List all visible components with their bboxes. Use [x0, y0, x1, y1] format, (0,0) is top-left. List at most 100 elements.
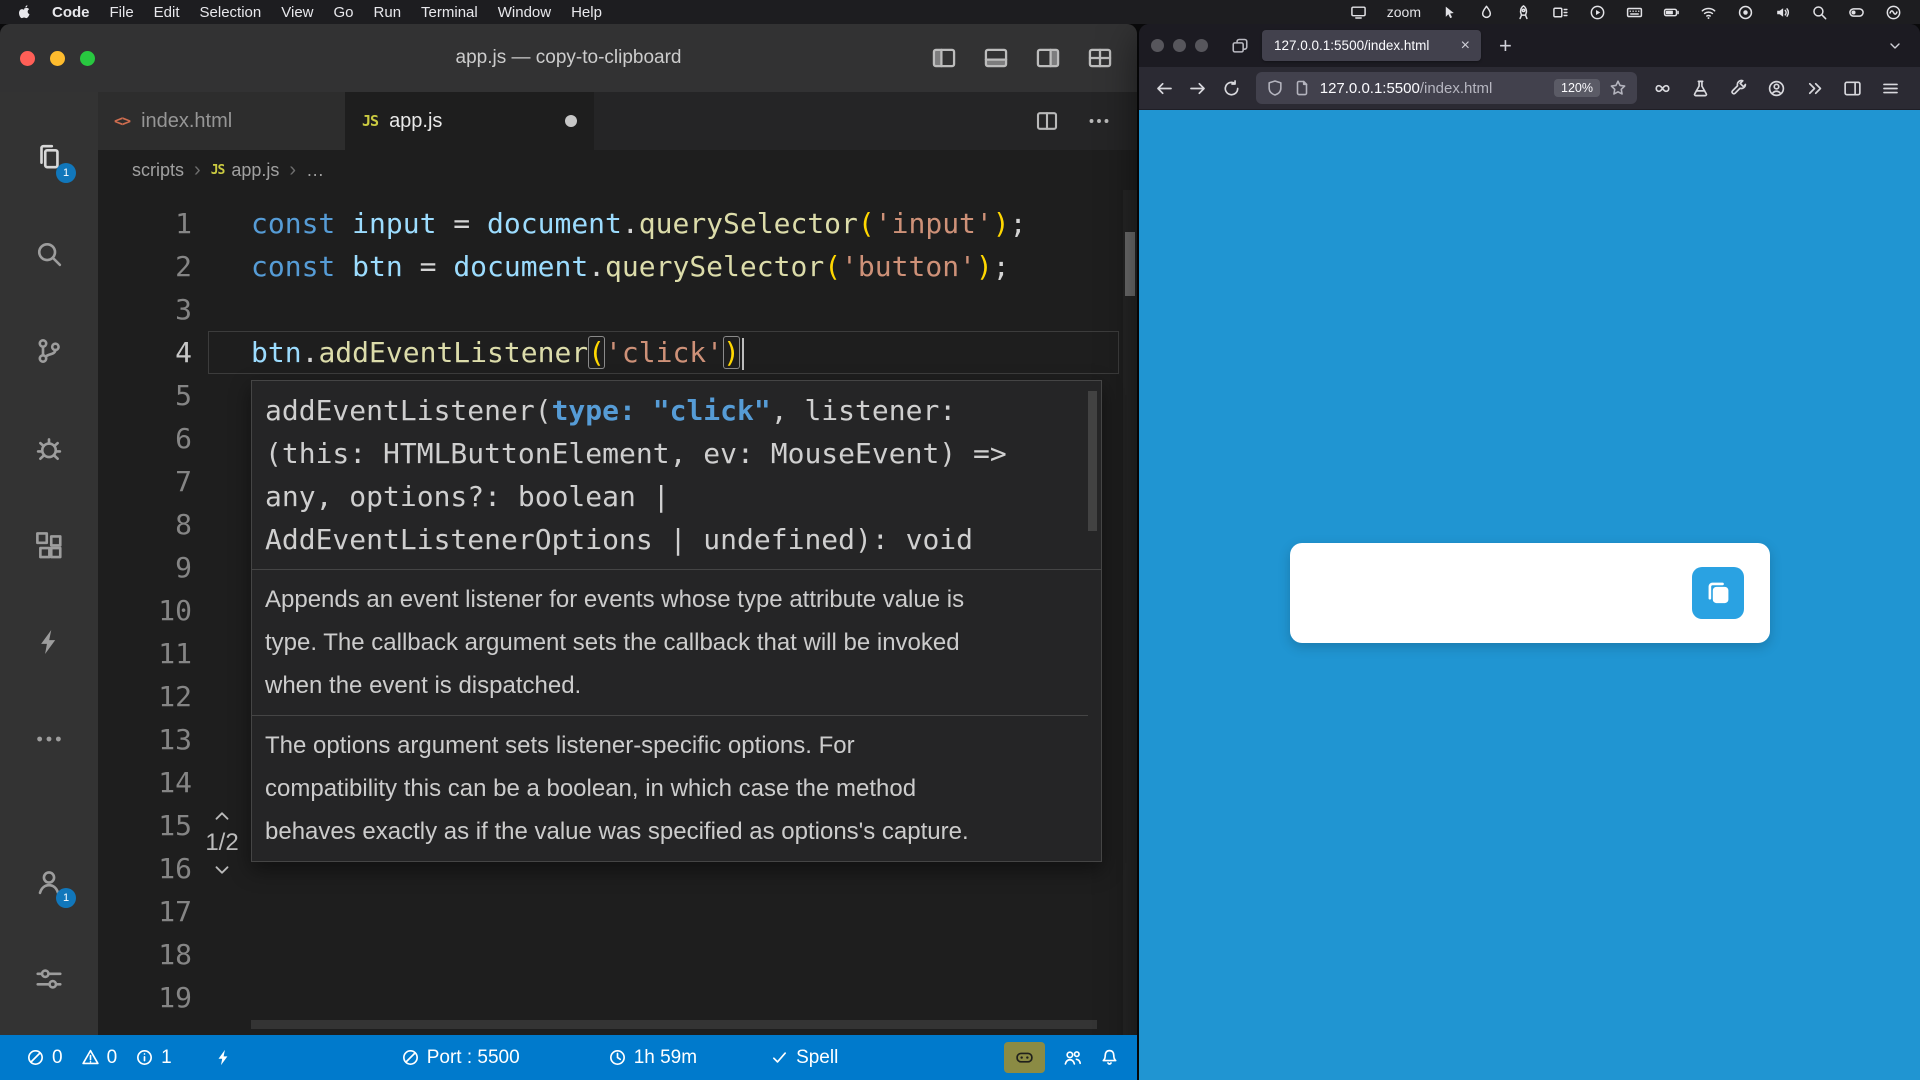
stage-manager-icon[interactable]	[1542, 0, 1579, 24]
play-icon[interactable]	[1579, 0, 1616, 24]
reload-button[interactable]	[1216, 72, 1247, 104]
status-errors[interactable]: 0	[26, 1047, 63, 1069]
menu-view[interactable]: View	[271, 4, 323, 21]
status-copilot[interactable]	[1004, 1042, 1045, 1073]
extension-icon[interactable]	[1646, 72, 1678, 104]
forward-button[interactable]	[1183, 72, 1214, 104]
devtools-icon[interactable]	[1722, 72, 1754, 104]
close-button[interactable]	[1151, 39, 1164, 52]
split-editor-icon[interactable]	[1035, 109, 1059, 133]
menu-selection[interactable]: Selection	[190, 4, 272, 21]
profile-icon[interactable]	[1760, 72, 1792, 104]
firefox-window: 127.0.0.1:5500/index.html × + 127.0.0.1:…	[1139, 24, 1920, 1080]
status-notifications[interactable]	[1100, 1048, 1119, 1067]
status-port[interactable]: Port : 5500	[401, 1047, 520, 1069]
screen-mirror-icon[interactable]	[1340, 0, 1377, 24]
ink-icon[interactable]	[1468, 0, 1505, 24]
volume-icon[interactable]	[1764, 0, 1801, 24]
screen-record-icon[interactable]	[1727, 0, 1764, 24]
editor-scrollbar[interactable]	[1123, 190, 1137, 1035]
modified-dot-icon[interactable]	[565, 115, 577, 127]
activity-settings[interactable]	[0, 930, 98, 1027]
url-bar[interactable]: 127.0.0.1:5500/index.html 120%	[1256, 72, 1637, 104]
menu-go[interactable]: Go	[324, 4, 364, 21]
sidebars-icon[interactable]	[1836, 72, 1868, 104]
battery-icon[interactable]	[1653, 0, 1690, 24]
code-line-17[interactable]	[208, 890, 1119, 933]
activity-run-debug[interactable]	[0, 399, 98, 496]
code-line-2[interactable]: const btn = document.querySelector('butt…	[208, 245, 1119, 288]
code-line-1[interactable]: const input = document.querySelector('in…	[208, 202, 1119, 245]
maximize-button[interactable]	[80, 51, 95, 66]
menu-help[interactable]: Help	[561, 4, 612, 21]
extension-beaker-icon[interactable]	[1684, 72, 1716, 104]
browser-tab[interactable]: 127.0.0.1:5500/index.html ×	[1262, 30, 1481, 61]
copy-button[interactable]	[1692, 567, 1744, 619]
activity-live-server[interactable]	[0, 593, 98, 690]
new-tab-button[interactable]: +	[1489, 33, 1522, 59]
breadcrumb-item[interactable]: …	[306, 160, 324, 181]
breadcrumb-item[interactable]: JSapp.js	[211, 160, 280, 181]
menu-file[interactable]: File	[100, 4, 144, 21]
cursor-icon[interactable]	[1431, 0, 1468, 24]
app-menu-icon[interactable]	[1874, 72, 1906, 104]
tab-index.html[interactable]: <>index.html	[98, 92, 346, 150]
more-actions-icon[interactable]	[1087, 109, 1111, 133]
zoom-level-badge[interactable]: 120%	[1554, 79, 1600, 97]
keyboard-icon[interactable]	[1616, 0, 1653, 24]
text-input[interactable]	[1290, 543, 1680, 643]
toggle-sidebar-icon[interactable]	[931, 45, 957, 71]
status-warnings[interactable]: 0	[81, 1047, 118, 1069]
customize-layout-icon[interactable]	[1087, 45, 1113, 71]
breadcrumb-item[interactable]: scripts	[132, 160, 184, 181]
control-center-icon[interactable]	[1838, 0, 1875, 24]
chevron-down-icon[interactable]	[211, 859, 233, 881]
menu-window[interactable]: Window	[488, 4, 561, 21]
firefox-view-icon[interactable]	[1226, 32, 1254, 60]
menu-terminal[interactable]: Terminal	[411, 4, 488, 21]
activity-accounts[interactable]: 1	[0, 833, 98, 930]
zoom-menu-extra[interactable]: zoom	[1377, 0, 1431, 24]
code-line-18[interactable]	[208, 933, 1119, 976]
list-tabs-icon[interactable]	[1882, 33, 1908, 59]
wifi-icon[interactable]	[1690, 0, 1727, 24]
site-info-icon[interactable]	[1293, 79, 1311, 97]
menu-run[interactable]: Run	[364, 4, 412, 21]
minimize-button[interactable]	[50, 51, 65, 66]
status-spell[interactable]: Spell	[770, 1047, 838, 1069]
scrollbar-thumb[interactable]	[1125, 232, 1135, 296]
rocket-icon[interactable]	[1505, 0, 1542, 24]
status-power[interactable]	[214, 1048, 233, 1067]
apple-icon[interactable]	[16, 4, 32, 20]
status-group-spell-checker: Spell	[770, 1047, 856, 1069]
activity-extensions[interactable]	[0, 496, 98, 593]
chevron-up-icon[interactable]	[211, 805, 233, 827]
activity-source-control[interactable]	[0, 302, 98, 399]
zoom-button[interactable]	[1195, 39, 1208, 52]
status-infos[interactable]: 1	[135, 1047, 172, 1069]
back-button[interactable]	[1149, 72, 1180, 104]
activity-more[interactable]	[0, 690, 98, 787]
horizontal-scrollbar[interactable]	[251, 1020, 1097, 1029]
code-line-3[interactable]	[208, 288, 1119, 331]
vscode-title-bar[interactable]: app.js — copy-to-clipboard	[0, 24, 1137, 92]
status-accounts[interactable]	[1063, 1048, 1082, 1067]
close-button[interactable]	[20, 51, 35, 66]
tab-app.js[interactable]: JSapp.js	[346, 92, 594, 150]
activity-search[interactable]	[0, 205, 98, 302]
app-menu-code[interactable]: Code	[42, 4, 100, 21]
overflow-icon[interactable]	[1798, 72, 1830, 104]
spotlight-icon[interactable]	[1801, 0, 1838, 24]
code-line-19[interactable]	[208, 976, 1119, 1019]
toggle-panel-icon[interactable]	[983, 45, 1009, 71]
status-time[interactable]: 1h 59m	[608, 1047, 697, 1069]
bookmark-star-icon[interactable]	[1609, 79, 1627, 97]
toggle-secondary-sidebar-icon[interactable]	[1035, 45, 1061, 71]
activity-explorer[interactable]: 1	[0, 108, 98, 205]
siri-icon[interactable]	[1875, 0, 1912, 24]
code-line-4[interactable]: btn.addEventListener('click')	[208, 331, 1119, 374]
minimize-button[interactable]	[1173, 39, 1186, 52]
close-tab-icon[interactable]: ×	[1458, 37, 1473, 55]
menu-edit[interactable]: Edit	[144, 4, 190, 21]
tracking-protection-icon[interactable]	[1266, 79, 1284, 97]
